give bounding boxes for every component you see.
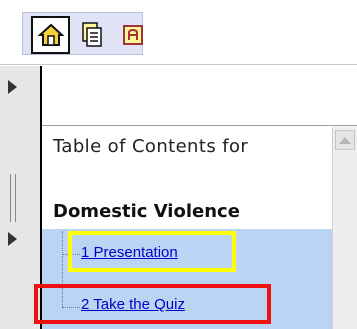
- resize-handle[interactable]: [10, 174, 16, 222]
- highlight-red-box: [34, 284, 271, 324]
- vertical-scrollbar[interactable]: [332, 127, 357, 329]
- toc-title: Table of Contents for: [53, 136, 249, 157]
- text-icon: [122, 25, 143, 45]
- expand-arrow-icon[interactable]: [8, 80, 17, 94]
- toolbar: [22, 12, 143, 55]
- scroll-up-button[interactable]: [335, 130, 355, 150]
- home-button[interactable]: [31, 16, 70, 54]
- document-icon: [81, 22, 102, 47]
- chevron-up-icon: [339, 136, 351, 144]
- home-icon: [37, 23, 64, 46]
- course-title: Domestic Violence: [53, 201, 240, 222]
- content-header: [42, 66, 357, 126]
- highlight-yellow-box: [68, 231, 236, 272]
- collapse-arrow-icon[interactable]: [8, 232, 17, 246]
- text-button[interactable]: [114, 17, 151, 53]
- header-strip: [0, 55, 357, 65]
- document-button[interactable]: [73, 17, 110, 53]
